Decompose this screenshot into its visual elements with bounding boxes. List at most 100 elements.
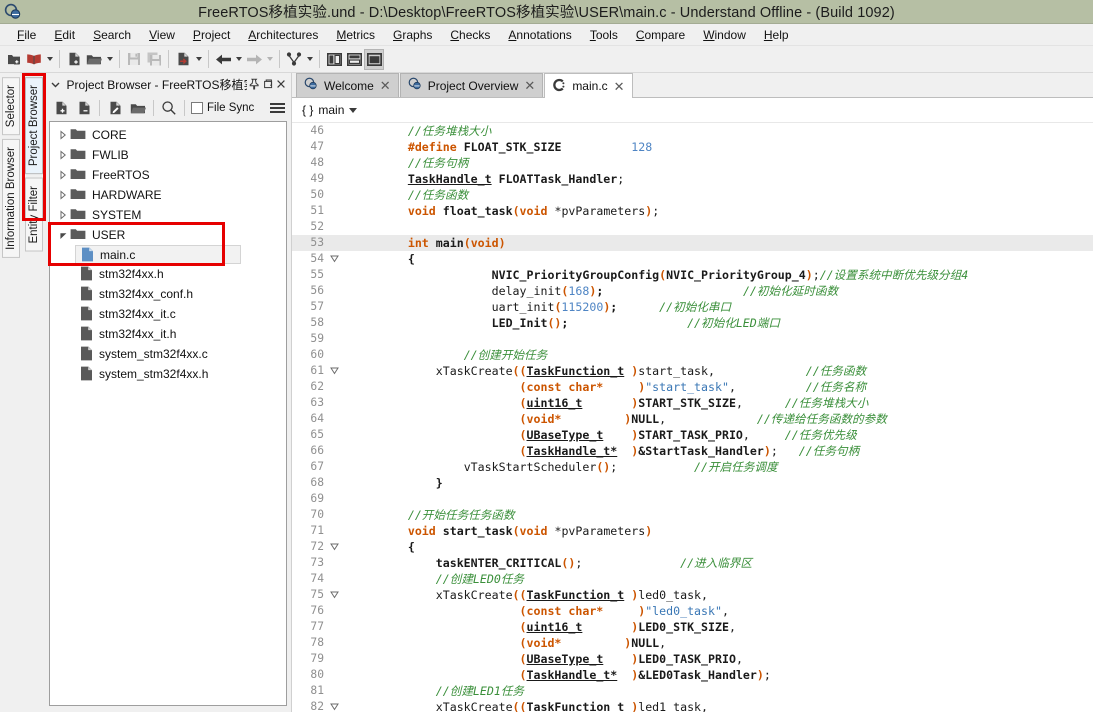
file-sync-checkbox[interactable]: File Sync: [191, 102, 254, 114]
fold-toggle-icon[interactable]: [326, 702, 342, 711]
code-line[interactable]: 57 uart_init(115200); //初始化串口: [292, 299, 1093, 315]
code-line[interactable]: 76 (const char* )"led0_task",: [292, 603, 1093, 619]
rail-tab-selector[interactable]: Selector: [2, 77, 20, 136]
tree-row-hardware[interactable]: HARDWARE: [50, 185, 286, 205]
close-icon[interactable]: ✕: [524, 79, 535, 92]
tree-row-stm32f4xx-it-c[interactable]: stm32f4xx_it.c: [50, 304, 286, 324]
forward-icon[interactable]: [244, 49, 264, 70]
breadcrumb[interactable]: { } main: [292, 98, 1093, 123]
layout-rows-icon[interactable]: [344, 49, 364, 70]
code-line[interactable]: 70 //开始任务任务函数: [292, 507, 1093, 523]
export-dropdown-icon[interactable]: [193, 49, 204, 70]
code-line[interactable]: 48 //任务句柄: [292, 155, 1093, 171]
branch-dropdown-icon[interactable]: [304, 49, 315, 70]
search-icon[interactable]: [158, 98, 180, 119]
new-project-icon[interactable]: [4, 49, 24, 70]
tree-row-stm32f4xx-it-h[interactable]: stm32f4xx_it.h: [50, 324, 286, 344]
remove-file-icon[interactable]: [73, 98, 95, 119]
code-line[interactable]: 54 {: [292, 251, 1093, 267]
code-line[interactable]: 69: [292, 491, 1093, 507]
menu-item-architectures[interactable]: Architectures: [239, 26, 327, 44]
back-dropdown-icon[interactable]: [233, 49, 244, 70]
code-line[interactable]: 50 //任务函数: [292, 187, 1093, 203]
code-line[interactable]: 62 (const char* )"start_task", //任务名称: [292, 379, 1093, 395]
code-line[interactable]: 65 (UBaseType_t )START_TASK_PRIO, //任务优先…: [292, 427, 1093, 443]
menu-item-file[interactable]: File: [8, 26, 45, 44]
editor-tab-project-overview[interactable]: Project Overview ✕: [399, 73, 544, 97]
close-icon[interactable]: ✕: [614, 80, 625, 93]
pin-icon[interactable]: [247, 77, 261, 92]
file-sync-checkbox-box[interactable]: [191, 102, 203, 114]
menu-item-project[interactable]: Project: [184, 26, 239, 44]
fold-toggle-icon[interactable]: [326, 542, 342, 551]
tree-row-system[interactable]: SYSTEM: [50, 205, 286, 225]
code-line[interactable]: 78 (void* )NULL,: [292, 635, 1093, 651]
code-line[interactable]: 75 xTaskCreate((TaskFunction_t )led0_tas…: [292, 587, 1093, 603]
code-line[interactable]: 81 //创建LED1任务: [292, 683, 1093, 699]
export-icon[interactable]: [173, 49, 193, 70]
code-line[interactable]: 71 void start_task(void *pvParameters): [292, 523, 1093, 539]
forward-dropdown-icon[interactable]: [264, 49, 275, 70]
code-line[interactable]: 56 delay_init(168); //初始化延时函数: [292, 283, 1093, 299]
layout-columns-icon[interactable]: [324, 49, 344, 70]
branch-icon[interactable]: [284, 49, 304, 70]
code-line[interactable]: 63 (uint16_t )START_STK_SIZE, //任务堆栈大小: [292, 395, 1093, 411]
tree-row-system-stm32f4xx-c[interactable]: system_stm32f4xx.c: [50, 344, 286, 364]
fold-toggle-icon[interactable]: [326, 366, 342, 375]
project-file-tree[interactable]: CORE FWLIB FreeRTOS HARDWARE SYSTEM USER…: [49, 121, 287, 706]
undock-icon[interactable]: [261, 77, 275, 92]
rail-tab-entity-filter[interactable]: Entity Filter: [24, 178, 43, 252]
tree-row-freertos[interactable]: FreeRTOS: [50, 165, 286, 185]
chevron-down-icon[interactable]: [349, 108, 358, 114]
chevron-right-icon[interactable]: [56, 125, 70, 145]
new-file-icon[interactable]: [64, 49, 84, 70]
code-line[interactable]: 61 xTaskCreate((TaskFunction_t )start_ta…: [292, 363, 1093, 379]
fold-toggle-icon[interactable]: [326, 254, 342, 263]
save-icon[interactable]: [124, 49, 144, 70]
open-folder-dropdown-icon[interactable]: [104, 49, 115, 70]
rail-tab-information-browser[interactable]: Information Browser: [2, 139, 20, 259]
code-line[interactable]: 55 NVIC_PriorityGroupConfig(NVIC_Priorit…: [292, 267, 1093, 283]
layout-single-icon[interactable]: [364, 48, 384, 70]
edit-file-icon[interactable]: [104, 98, 126, 119]
code-line[interactable]: 60 //创建开始任务: [292, 347, 1093, 363]
hamburger-menu-icon[interactable]: [270, 101, 285, 116]
open-project-dropdown-icon[interactable]: [44, 49, 55, 70]
chevron-right-icon[interactable]: [56, 145, 70, 165]
chevron-down-icon[interactable]: [56, 225, 70, 245]
menu-item-search[interactable]: Search: [84, 26, 140, 44]
code-line[interactable]: 74 //创建LED0任务: [292, 571, 1093, 587]
code-line[interactable]: 52: [292, 219, 1093, 235]
chevron-right-icon[interactable]: [56, 165, 70, 185]
code-line[interactable]: 59: [292, 331, 1093, 347]
menu-item-view[interactable]: View: [140, 26, 184, 44]
save-all-icon[interactable]: [144, 49, 164, 70]
menu-item-annotations[interactable]: Annotations: [499, 26, 580, 44]
editor-tab-welcome[interactable]: Welcome ✕: [296, 73, 399, 97]
code-line[interactable]: 58 LED_Init(); //初始化LED端口: [292, 315, 1093, 331]
menu-item-help[interactable]: Help: [755, 26, 798, 44]
code-line[interactable]: 82 xTaskCreate((TaskFunction_t )led1_tas…: [292, 699, 1093, 712]
menu-item-graphs[interactable]: Graphs: [384, 26, 441, 44]
add-file-icon[interactable]: [50, 98, 72, 119]
menu-item-checks[interactable]: Checks: [441, 26, 499, 44]
code-line[interactable]: 73 taskENTER_CRITICAL(); //进入临界区: [292, 555, 1093, 571]
back-icon[interactable]: [213, 49, 233, 70]
code-line[interactable]: 66 (TaskHandle_t* )&StartTask_Handler); …: [292, 443, 1093, 459]
open-project-icon[interactable]: [24, 49, 44, 70]
rail-tab-project-browser[interactable]: Project Browser: [24, 77, 43, 175]
tree-row-core[interactable]: CORE: [50, 125, 286, 145]
code-line[interactable]: 49 TaskHandle_t FLOATTask_Handler;: [292, 171, 1093, 187]
code-line[interactable]: 64 (void* )NULL, //传递给任务函数的参数: [292, 411, 1093, 427]
close-icon[interactable]: [275, 77, 289, 92]
open-folder-icon[interactable]: [127, 98, 149, 119]
code-line[interactable]: 79 (UBaseType_t )LED0_TASK_PRIO,: [292, 651, 1093, 667]
chevron-right-icon[interactable]: [56, 205, 70, 225]
menu-item-compare[interactable]: Compare: [627, 26, 694, 44]
tree-row-stm32f4xx-h[interactable]: stm32f4xx.h: [50, 264, 286, 284]
tree-row-main-c[interactable]: main.c: [75, 245, 241, 264]
fold-toggle-icon[interactable]: [326, 590, 342, 599]
tree-row-fwlib[interactable]: FWLIB: [50, 145, 286, 165]
tree-row-stm32f4xx-conf-h[interactable]: stm32f4xx_conf.h: [50, 284, 286, 304]
chevron-down-icon[interactable]: [49, 77, 63, 92]
